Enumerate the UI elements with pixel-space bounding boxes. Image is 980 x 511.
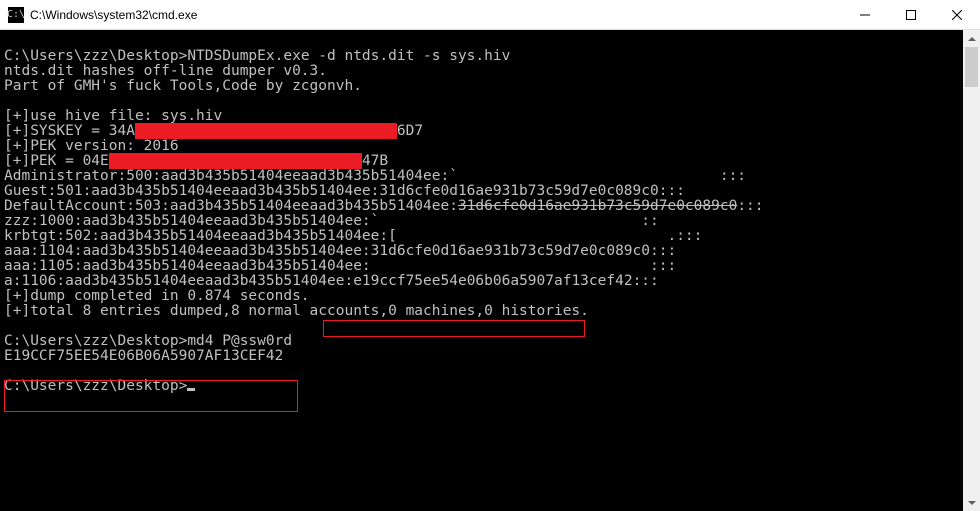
command-text: NTDSDumpEx.exe -d ntds.dit -s sys.hiv: [187, 48, 510, 64]
output-line: aaa:1105:aad3b435b51404eeaad3b435b51404e…: [4, 258, 676, 274]
output-line: 47B: [362, 153, 388, 169]
close-button[interactable]: [934, 0, 980, 29]
output-line: [+]PEK version: 2016: [4, 138, 179, 154]
redacted-text: XXXXXXXXXXXXXXXXXXXXXXXXXXXXX: [109, 153, 362, 169]
window-title: C:\Windows\system32\cmd.exe: [30, 8, 842, 22]
output-line: krbtgt:502:aad3b435b51404eeaad3b435b5140…: [4, 228, 702, 244]
output-line: Administrator:500:aad3b435b51404eeaad3b4…: [4, 168, 746, 184]
output-line: aaa:1104:aad3b435b51404eeaad3b435b51404e…: [4, 243, 676, 259]
output-line: :::: [737, 198, 763, 214]
output-line: [+]total 8 entries dumped,8 normal accou…: [4, 303, 589, 319]
terminal-output[interactable]: C:\Users\zzz\Desktop>NTDSDumpEx.exe -d n…: [0, 30, 963, 511]
prompt: C:\Users\zzz\Desktop>: [4, 333, 187, 349]
window-titlebar: C:\ C:\Windows\system32\cmd.exe: [0, 0, 980, 30]
scroll-down-button[interactable]: [963, 494, 980, 511]
scroll-thumb[interactable]: [965, 47, 978, 87]
highlight-box-hash: [323, 320, 585, 337]
output-line: :::: [633, 273, 659, 289]
vertical-scrollbar[interactable]: [963, 30, 980, 511]
output-line: E19CCF75EE54E06B06A5907AF13CEF42: [4, 348, 283, 364]
output-line: [+]dump completed in 0.874 seconds.: [4, 288, 310, 304]
output-line: a:1106:aad3b435b51404eeaad3b435b51404ee:: [4, 273, 353, 289]
maximize-button[interactable]: [888, 0, 934, 29]
output-line-struck: 31d6cfe0d16ae931b73c59d7e0c089c0: [458, 198, 737, 214]
output-line: zzz:1000:aad3b435b51404eeaad3b435b51404e…: [4, 213, 659, 229]
highlighted-hash: e19ccf75ee54e06b06a5907af13cef42: [353, 273, 632, 289]
scroll-up-button[interactable]: [963, 30, 980, 47]
command-text: md4 P@ssw0rd: [187, 333, 292, 349]
prompt: C:\Users\zzz\Desktop>: [4, 378, 187, 394]
window-controls: [842, 0, 980, 29]
scroll-track[interactable]: [963, 47, 980, 494]
cursor: [187, 388, 195, 391]
output-line: ntds.dit hashes off-line dumper v0.3.: [4, 63, 327, 79]
output-line: DefaultAccount:503:aad3b435b51404eeaad3b…: [4, 198, 458, 214]
output-line: [+]use hive file: sys.hiv: [4, 108, 222, 124]
cmd-icon: C:\: [8, 7, 24, 23]
output-line: [+]PEK = 04E: [4, 153, 109, 169]
redacted-text: XXXXXXXXXXXXXXXXXXXXXXXXXXXXXX: [135, 123, 397, 139]
prompt: C:\Users\zzz\Desktop>: [4, 48, 187, 64]
output-line: [+]SYSKEY = 34A: [4, 123, 135, 139]
output-line: 6D7: [397, 123, 423, 139]
output-line: Guest:501:aad3b435b51404eeaad3b435b51404…: [4, 183, 685, 199]
terminal-container: C:\Users\zzz\Desktop>NTDSDumpEx.exe -d n…: [0, 30, 980, 511]
output-line: Part of GMH's fuck Tools,Code by zcgonvh…: [4, 78, 362, 94]
minimize-button[interactable]: [842, 0, 888, 29]
